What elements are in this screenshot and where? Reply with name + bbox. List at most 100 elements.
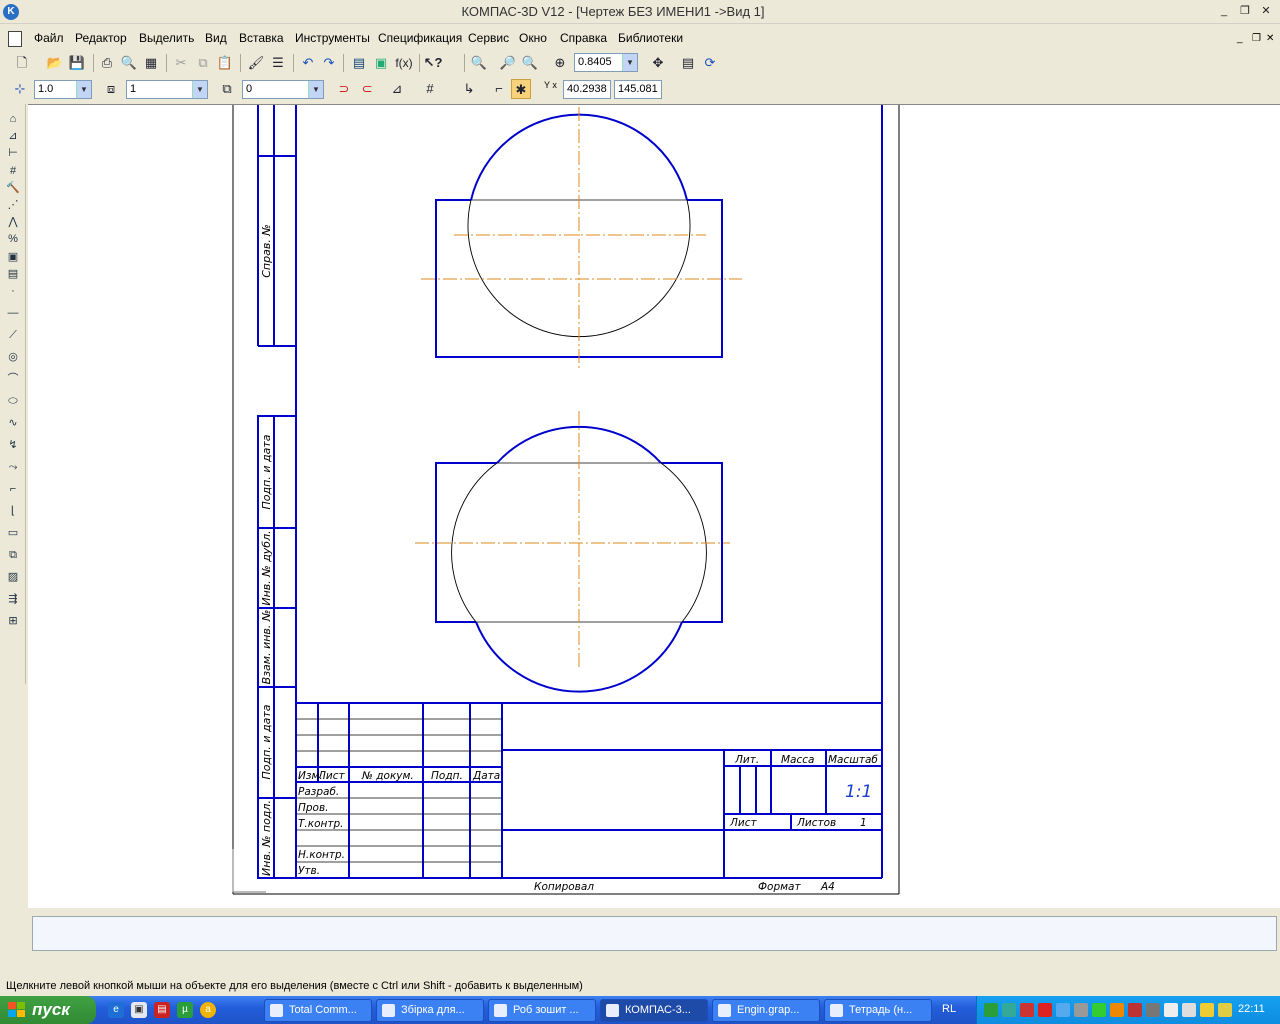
- layer-icon[interactable]: ⧈: [101, 79, 121, 99]
- utorrent-icon[interactable]: µ: [177, 1002, 193, 1018]
- menu-insert[interactable]: Вставка: [239, 31, 284, 45]
- task-total-commander[interactable]: Total Comm...: [264, 999, 372, 1022]
- undo-icon[interactable]: ↶: [298, 53, 318, 73]
- brush-icon[interactable]: 🖌: [246, 53, 266, 73]
- tray-network-icon[interactable]: [1002, 1003, 1016, 1017]
- zoom-in-icon[interactable]: ⊕: [550, 53, 570, 73]
- drawing-canvas[interactable]: Справ. № Подп. и дата Инв. № дубл. Взам.…: [28, 104, 1280, 908]
- open-icon[interactable]: 📂: [45, 53, 65, 73]
- language-indicator[interactable]: RL: [942, 1003, 956, 1015]
- menu-help[interactable]: Справка: [560, 31, 607, 45]
- reports-icon[interactable]: ▤: [4, 265, 22, 283]
- polyline-icon[interactable]: ↯: [4, 436, 22, 454]
- spec-icon[interactable]: ▣: [4, 248, 22, 266]
- spline-icon[interactable]: ∿: [4, 414, 22, 432]
- minimize-icon[interactable]: _: [1216, 4, 1232, 18]
- chevron-down-icon[interactable]: ▼: [192, 81, 207, 98]
- paste-icon[interactable]: 📋: [215, 53, 235, 73]
- editing-icon[interactable]: #: [4, 162, 22, 180]
- document-icon[interactable]: [8, 31, 22, 47]
- doc-minimize-icon[interactable]: _: [1237, 33, 1243, 44]
- task-word-2[interactable]: Роб зошит ...: [488, 999, 596, 1022]
- close-icon[interactable]: ✕: [1258, 4, 1274, 18]
- chevron-down-icon[interactable]: ▼: [308, 81, 323, 98]
- chamfer-icon[interactable]: ⌊: [4, 502, 22, 520]
- grid-icon[interactable]: #: [420, 79, 440, 99]
- copy-icon[interactable]: ⧉: [193, 53, 213, 73]
- restore-icon[interactable]: ❐: [1237, 4, 1253, 18]
- style-combo[interactable]: 0 ▼: [242, 80, 324, 99]
- zoom-window-icon[interactable]: 🔍: [469, 53, 489, 73]
- ortho-icon[interactable]: ⊿: [387, 79, 407, 99]
- style-icon[interactable]: ⧉: [217, 79, 237, 99]
- tray-monitor-icon[interactable]: [1146, 1003, 1160, 1017]
- local-cs-icon[interactable]: ↳: [459, 79, 479, 99]
- help-icon[interactable]: ↖?: [423, 53, 443, 73]
- menu-editor[interactable]: Редактор: [75, 31, 127, 45]
- menu-window[interactable]: Окно: [519, 31, 547, 45]
- tray-check-icon[interactable]: [1092, 1003, 1106, 1017]
- associative-views-icon[interactable]: %: [4, 230, 22, 248]
- contour-icon[interactable]: ⧉: [4, 546, 22, 564]
- coord-x-field[interactable]: 40.2938: [563, 80, 611, 99]
- measure-icon[interactable]: ⋰: [4, 196, 22, 214]
- save-icon[interactable]: 💾: [67, 53, 87, 73]
- menu-view[interactable]: Вид: [205, 31, 227, 45]
- desktop-icon[interactable]: ▣: [131, 1002, 147, 1018]
- tray-pdf-icon[interactable]: [1038, 1003, 1052, 1017]
- coord-y-field[interactable]: 145.081: [614, 80, 662, 99]
- insert-fragment-icon[interactable]: ⊞: [4, 612, 22, 630]
- menu-tools[interactable]: Инструменты: [295, 31, 370, 45]
- chevron-down-icon[interactable]: ▼: [622, 54, 637, 71]
- tray-camera-icon[interactable]: [1182, 1003, 1196, 1017]
- variables-icon[interactable]: ▣: [371, 53, 391, 73]
- zoom-icon[interactable]: 🔎: [498, 53, 518, 73]
- grid-step-icon[interactable]: ⊹: [10, 79, 30, 99]
- volume-icon[interactable]: [1164, 1003, 1178, 1017]
- task-notebook[interactable]: Тетрадь (н...: [824, 999, 932, 1022]
- dimensions-icon[interactable]: ⊿: [4, 127, 22, 145]
- rectangle-icon[interactable]: ▭: [4, 524, 22, 542]
- symbols-icon[interactable]: ⊢: [4, 144, 22, 162]
- parametrization-icon[interactable]: 🔨: [4, 179, 22, 197]
- menu-select[interactable]: Выделить: [139, 31, 194, 45]
- pan-icon[interactable]: ✥: [648, 53, 668, 73]
- chevron-down-icon[interactable]: ▼: [76, 81, 91, 98]
- tray-device-icon[interactable]: [1056, 1003, 1070, 1017]
- tray-security-icon[interactable]: [1020, 1003, 1034, 1017]
- new-document-icon[interactable]: 🗋: [12, 53, 32, 73]
- nurbs-icon[interactable]: ⤳: [4, 458, 22, 476]
- ortho-mode-icon[interactable]: ⌐: [489, 79, 509, 99]
- point-icon[interactable]: ·: [4, 282, 22, 300]
- step-combo[interactable]: 1.0 ▼: [34, 80, 92, 99]
- manager-icon[interactable]: ▤: [349, 53, 369, 73]
- doc-close-icon[interactable]: ✕: [1266, 33, 1274, 44]
- menu-service[interactable]: Сервис: [468, 31, 509, 45]
- fillet-icon[interactable]: ⌐: [4, 480, 22, 498]
- segment-icon[interactable]: ⟋: [4, 326, 22, 344]
- select-icon[interactable]: ⋀: [4, 213, 22, 231]
- doc-restore-icon[interactable]: ❐: [1252, 33, 1261, 44]
- circle-icon[interactable]: ◎: [4, 348, 22, 366]
- equidistant-icon[interactable]: ⇶: [4, 590, 22, 608]
- tray-settings-icon[interactable]: [1074, 1003, 1088, 1017]
- tray-pen-icon[interactable]: [1218, 1003, 1232, 1017]
- ie-icon[interactable]: e: [108, 1002, 124, 1018]
- refresh-icon[interactable]: ⟳: [700, 53, 720, 73]
- app-icon[interactable]: ▤: [154, 1002, 170, 1018]
- task-kompas[interactable]: КОМПАС-3...: [600, 999, 708, 1022]
- arc-icon[interactable]: ⌒: [4, 370, 22, 388]
- redo-icon[interactable]: ↷: [319, 53, 339, 73]
- geometry-icon[interactable]: ⌂: [4, 110, 22, 128]
- print-preview-icon[interactable]: 🔍: [119, 53, 139, 73]
- ellipse-icon[interactable]: ⬭: [4, 392, 22, 410]
- hatch-icon[interactable]: ▨: [4, 568, 22, 586]
- print-icon[interactable]: ⎙: [97, 53, 117, 73]
- tray-utorrent-icon[interactable]: [984, 1003, 998, 1017]
- cut-icon[interactable]: ✂: [171, 53, 191, 73]
- layer-combo[interactable]: 1 ▼: [126, 80, 208, 99]
- menu-libraries[interactable]: Библиотеки: [618, 31, 683, 45]
- zoom-out-icon[interactable]: 🔍: [520, 53, 540, 73]
- snap-active-icon[interactable]: ✱: [511, 79, 531, 99]
- snap-local-icon[interactable]: ⊂: [357, 79, 377, 99]
